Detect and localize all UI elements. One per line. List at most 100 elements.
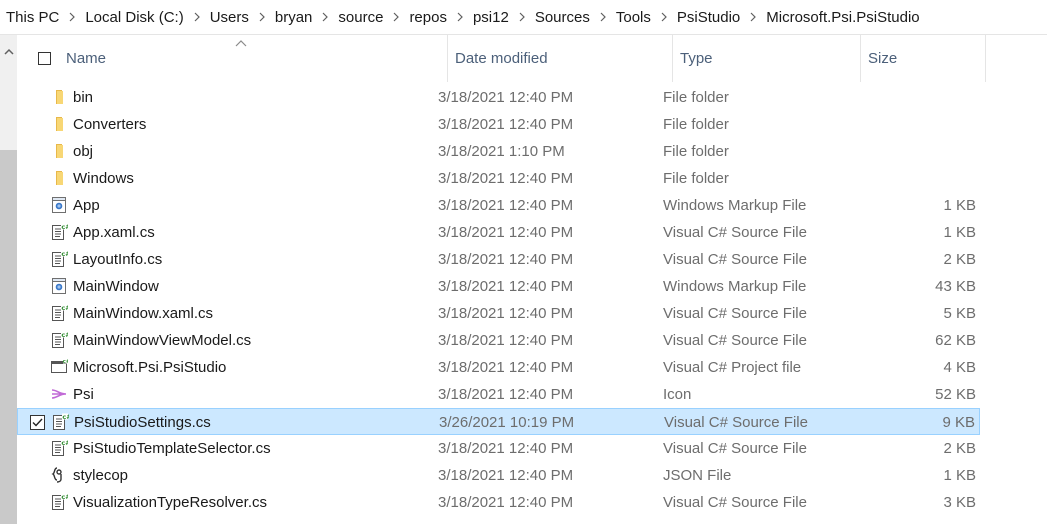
file-size: 52 KB bbox=[935, 386, 976, 403]
select-all-checkbox[interactable] bbox=[38, 52, 51, 65]
svg-text:c#: c# bbox=[61, 250, 68, 258]
svg-text:c#: c# bbox=[61, 439, 68, 447]
psi-icon-file-icon bbox=[50, 385, 68, 403]
file-type: Visual C# Source File bbox=[663, 494, 807, 511]
header-type[interactable]: Type bbox=[673, 35, 861, 82]
header-size[interactable]: Size bbox=[861, 35, 986, 82]
csharp-file-icon: c# bbox=[50, 250, 71, 268]
breadcrumb-item[interactable]: Local Disk (C:) bbox=[77, 9, 191, 26]
header-name-label: Name bbox=[66, 50, 107, 67]
xaml-file-icon bbox=[50, 196, 68, 214]
file-name: Psi bbox=[73, 386, 94, 403]
row-checkbox[interactable] bbox=[30, 415, 45, 430]
breadcrumb-item[interactable]: PsiStudio bbox=[669, 9, 748, 26]
breadcrumb-separator-icon[interactable] bbox=[192, 12, 202, 22]
scroll-up-arrow-icon[interactable] bbox=[0, 43, 17, 59]
breadcrumb-item[interactable]: repos bbox=[401, 9, 455, 26]
file-size: 9 KB bbox=[942, 414, 975, 431]
file-row[interactable]: Windows 3/18/2021 12:40 PM File folder bbox=[17, 165, 980, 192]
svg-text:c#: c# bbox=[61, 223, 68, 231]
csharp-file-icon: c# bbox=[50, 304, 71, 322]
file-name: Converters bbox=[73, 116, 147, 133]
breadcrumb-item[interactable]: This PC bbox=[0, 9, 67, 26]
file-name: Microsoft.Psi.PsiStudio bbox=[73, 359, 227, 376]
left-scrollbar[interactable] bbox=[0, 35, 17, 524]
file-row[interactable]: stylecop 3/18/2021 12:40 PM JSON File 1 KB bbox=[17, 462, 980, 489]
file-date-modified: 3/18/2021 12:40 PM bbox=[438, 116, 574, 133]
header-date-label: Date modified bbox=[455, 50, 548, 67]
file-size: 5 KB bbox=[943, 305, 976, 322]
file-size: 43 KB bbox=[935, 278, 976, 295]
breadcrumb-separator-icon[interactable] bbox=[320, 12, 330, 22]
file-name: Windows bbox=[73, 170, 134, 187]
file-size: 62 KB bbox=[935, 332, 976, 349]
file-name: App.xaml.cs bbox=[73, 224, 155, 241]
file-row[interactable]: bin 3/18/2021 12:40 PM File folder bbox=[17, 84, 980, 111]
breadcrumb-item[interactable]: source bbox=[330, 9, 391, 26]
column-header: Name Date modified Type Size bbox=[17, 35, 1047, 82]
file-type: JSON File bbox=[663, 467, 732, 484]
file-size: 4 KB bbox=[943, 359, 976, 376]
scrollbar-thumb[interactable] bbox=[0, 150, 17, 524]
file-row[interactable]: c# MainWindow.xaml.cs 3/18/2021 12:40 PM Vi… bbox=[17, 300, 980, 327]
breadcrumb-item[interactable]: Sources bbox=[527, 9, 598, 26]
file-size: 1 KB bbox=[943, 224, 976, 241]
header-size-label: Size bbox=[868, 50, 898, 67]
file-row[interactable]: Converters 3/18/2021 12:40 PM File folder bbox=[17, 111, 980, 138]
file-row[interactable]: Psi 3/18/2021 12:40 PM Icon 52 KB bbox=[17, 381, 980, 408]
breadcrumb-item[interactable]: Microsoft.Psi.PsiStudio bbox=[758, 9, 927, 26]
file-row[interactable]: c# Microsoft.Psi.PsiStudio 3/18/2021 12:40… bbox=[17, 354, 980, 381]
file-type: Visual C# Source File bbox=[664, 414, 808, 431]
csproj-file-icon: c# bbox=[50, 358, 71, 376]
file-row[interactable]: c# LayoutInfo.cs 3/18/2021 12:40 PM Visual … bbox=[17, 246, 980, 273]
json-file-icon bbox=[50, 466, 68, 484]
file-type: Visual C# Source File bbox=[663, 440, 807, 457]
csharp-file-icon: c# bbox=[50, 223, 71, 241]
file-name: VisualizationTypeResolver.cs bbox=[73, 494, 267, 511]
breadcrumb-separator-icon[interactable] bbox=[257, 12, 267, 22]
breadcrumb-separator-icon[interactable] bbox=[67, 12, 77, 22]
breadcrumb-separator-icon[interactable] bbox=[748, 12, 758, 22]
breadcrumb-separator-icon[interactable] bbox=[455, 12, 465, 22]
file-row[interactable]: c# VisualizationTypeResolver.cs 3/18/2021 … bbox=[17, 489, 980, 516]
breadcrumb-item[interactable]: bryan bbox=[267, 9, 321, 26]
file-date-modified: 3/18/2021 12:40 PM bbox=[438, 332, 574, 349]
folder-icon bbox=[50, 115, 68, 133]
folder-icon bbox=[50, 169, 68, 187]
csharp-file-icon: c# bbox=[50, 493, 71, 511]
file-row[interactable]: MainWindow 3/18/2021 12:40 PM Windows Mark… bbox=[17, 273, 980, 300]
file-row[interactable]: c# PsiStudioSettings.cs 3/26/2021 10:19 PM… bbox=[17, 408, 980, 435]
file-type: Visual C# Source File bbox=[663, 305, 807, 322]
file-row[interactable]: c# MainWindowViewModel.cs 3/18/2021 12:40 … bbox=[17, 327, 980, 354]
breadcrumb-item[interactable]: psi12 bbox=[465, 9, 517, 26]
folder-icon bbox=[50, 142, 68, 160]
file-date-modified: 3/18/2021 12:40 PM bbox=[438, 89, 574, 106]
file-size: 2 KB bbox=[943, 251, 976, 268]
file-date-modified: 3/18/2021 12:40 PM bbox=[438, 251, 574, 268]
breadcrumb-separator-icon[interactable] bbox=[517, 12, 527, 22]
file-type: Windows Markup File bbox=[663, 197, 807, 214]
breadcrumb-item[interactable]: Tools bbox=[608, 9, 659, 26]
breadcrumb-separator-icon[interactable] bbox=[391, 12, 401, 22]
file-size: 3 KB bbox=[943, 494, 976, 511]
header-date-modified[interactable]: Date modified bbox=[448, 35, 673, 82]
file-row[interactable]: c# App.xaml.cs 3/18/2021 12:40 PM Visual C#… bbox=[17, 219, 980, 246]
file-type: Visual C# Source File bbox=[663, 251, 807, 268]
csharp-file-icon: c# bbox=[50, 439, 71, 457]
svg-text:c#: c# bbox=[61, 493, 68, 501]
file-row[interactable]: obj 3/18/2021 1:10 PM File folder bbox=[17, 138, 980, 165]
folder-icon bbox=[50, 88, 68, 106]
file-type: Visual C# Project file bbox=[663, 359, 802, 376]
header-name[interactable]: Name bbox=[66, 35, 448, 82]
file-row[interactable]: App 3/18/2021 12:40 PM Windows Markup File… bbox=[17, 192, 980, 219]
breadcrumb-item[interactable]: Users bbox=[202, 9, 257, 26]
file-name: stylecop bbox=[73, 467, 129, 484]
file-size: 1 KB bbox=[943, 197, 976, 214]
csharp-file-icon: c# bbox=[51, 413, 72, 431]
header-type-label: Type bbox=[680, 50, 713, 67]
file-date-modified: 3/18/2021 12:40 PM bbox=[438, 305, 574, 322]
breadcrumb-separator-icon[interactable] bbox=[598, 12, 608, 22]
breadcrumb-separator-icon[interactable] bbox=[659, 12, 669, 22]
file-size: 1 KB bbox=[943, 467, 976, 484]
file-row[interactable]: c# PsiStudioTemplateSelector.cs 3/18/2021 … bbox=[17, 435, 980, 462]
